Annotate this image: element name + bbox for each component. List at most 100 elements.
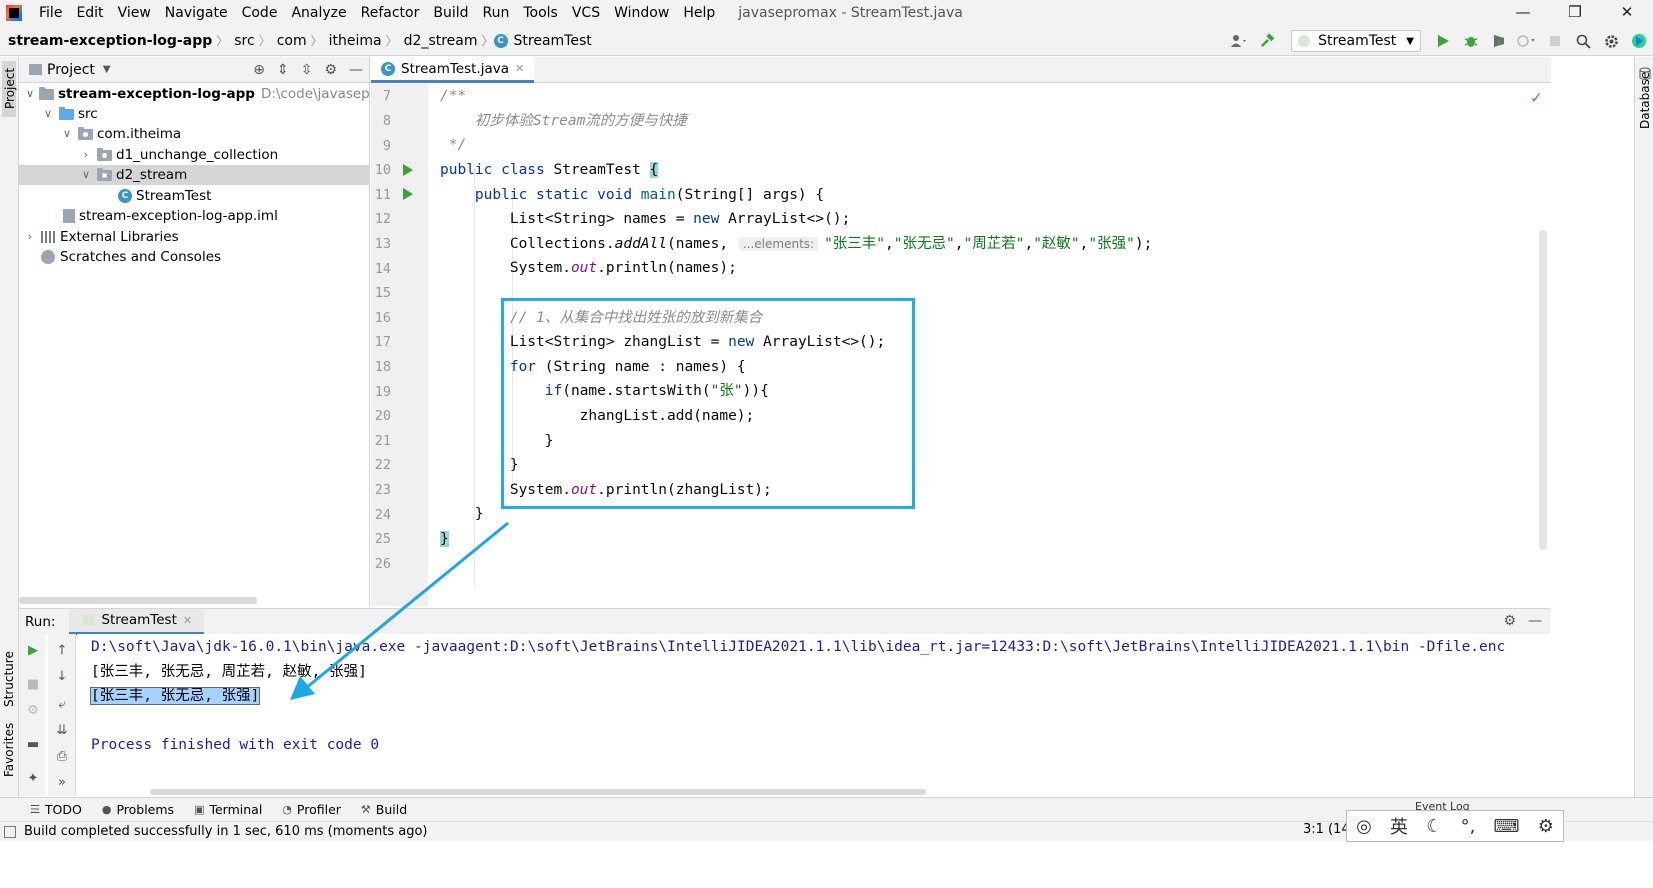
search-icon[interactable] (1572, 30, 1594, 52)
menu-view[interactable]: View (111, 0, 158, 26)
restore-layout-icon[interactable]: ⚙ (24, 702, 42, 720)
tree-item-streamtest[interactable]: C StreamTest (118, 186, 211, 206)
soft-wrap-icon[interactable]: ⤶ (53, 696, 71, 714)
project-horizontal-scrollbar[interactable] (19, 597, 257, 604)
expand-all-icon[interactable]: ⇕ (277, 62, 289, 78)
line-number: 19 (374, 384, 391, 400)
terminal-tool-button[interactable]: ▣ Terminal (194, 802, 262, 817)
moon-icon[interactable]: ☾ (1426, 816, 1442, 837)
collapse-all-icon[interactable]: ⇳ (301, 62, 313, 78)
intellij-logo-icon (6, 5, 22, 21)
close-window-button[interactable]: ✕ (1601, 0, 1653, 26)
tree-item-src[interactable]: ∨ src (41, 104, 98, 124)
tree-item-external-libraries[interactable]: › External Libraries (23, 227, 179, 247)
problems-tool-button[interactable]: ● Problems (102, 802, 174, 817)
print-icon[interactable]: ⎙ (53, 748, 71, 766)
gear-icon[interactable]: ⚙ (324, 62, 337, 78)
keyboard-icon[interactable]: ⌨ (1494, 816, 1520, 837)
menu-analyze[interactable]: Analyze (284, 0, 353, 26)
settings-icon[interactable] (1600, 30, 1622, 52)
build-hammer-icon[interactable] (1256, 30, 1278, 52)
console-horizontal-scrollbar[interactable] (150, 789, 926, 795)
profiler-tool-button[interactable]: ◔ Profiler (282, 802, 341, 817)
code-line: System.out.println(names); (440, 260, 737, 276)
editor-tab-streamtest[interactable]: C StreamTest.java ✕ (371, 57, 535, 83)
caret-position[interactable]: 3:1 (14 (1303, 822, 1350, 837)
menu-help[interactable]: Help (676, 0, 722, 26)
run-gutter-icon[interactable] (403, 188, 413, 200)
jetbrains-icon[interactable] (1628, 30, 1650, 52)
favorites-tool-label[interactable]: Favorites (2, 723, 16, 777)
hide-icon[interactable]: — (1528, 613, 1542, 629)
tree-item-com-itheima[interactable]: ∨ com.itheima (60, 124, 181, 144)
arrow-up-icon[interactable]: ↑ (53, 642, 71, 660)
gear-icon[interactable]: ⚙ (1503, 613, 1516, 629)
breadcrumb-src[interactable]: src (228, 33, 258, 49)
menu-navigate[interactable]: Navigate (158, 0, 235, 26)
menu-file[interactable]: File (32, 0, 69, 26)
menu-build[interactable]: Build (426, 0, 475, 26)
minimize-button[interactable]: — (1497, 0, 1549, 26)
run-icon[interactable] (1432, 30, 1454, 52)
menu-edit[interactable]: Edit (69, 0, 110, 26)
breadcrumb-d2-stream[interactable]: d2_stream (398, 33, 482, 49)
console-line: [张三丰, 张无忌, 张强] (89, 684, 261, 708)
database-tool-label[interactable]: Database (1638, 72, 1652, 129)
ime-language-toggle[interactable]: 英 (1390, 813, 1408, 839)
status-toggle-icon[interactable] (4, 826, 16, 838)
editor-vertical-scrollbar[interactable] (1539, 230, 1547, 550)
user-icon[interactable] (1228, 30, 1250, 52)
ime-logo-icon[interactable]: ◎ (1356, 816, 1372, 837)
editor-tab-label: StreamTest.java (401, 60, 510, 77)
menu-refactor[interactable]: Refactor (354, 0, 427, 26)
stop-icon[interactable] (1544, 30, 1566, 52)
arrow-down-icon[interactable]: ↓ (53, 668, 71, 686)
gear-icon[interactable]: ⚙ (1538, 816, 1554, 837)
menu-run[interactable]: Run (476, 0, 517, 26)
console-output[interactable]: D:\soft\Java\jdk-16.0.1\bin\java.exe -ja… (77, 634, 1550, 796)
inspection-ok-icon: ✓ (1530, 89, 1543, 107)
pin-icon[interactable]: ✦ (24, 770, 42, 788)
tree-item-label: stream-exception-log-app.iml (79, 208, 278, 224)
todo-tool-button[interactable]: ☰ TODO (30, 802, 82, 817)
scroll-to-end-icon[interactable]: ⇊ (53, 722, 71, 740)
menu-vcs[interactable]: VCS (565, 0, 607, 26)
run-config-selector[interactable]: StreamTest ▼ (1291, 30, 1421, 52)
breadcrumb-com[interactable]: com (271, 33, 311, 49)
build-tool-button[interactable]: ⚒ Build (361, 802, 407, 817)
more-icon[interactable]: » (53, 774, 71, 792)
stop-icon[interactable]: ■ (24, 676, 42, 694)
menu-code[interactable]: Code (235, 0, 285, 26)
tree-item-scratches[interactable]: Scratches and Consoles (41, 247, 221, 267)
breadcrumb-project[interactable]: stream-exception-log-app (0, 33, 216, 49)
restore-button[interactable]: ❐ (1549, 0, 1601, 26)
tree-item-project-root[interactable]: ∨ stream-exception-log-app D:\code\javas… (23, 84, 417, 104)
profile-icon[interactable] (1516, 30, 1538, 52)
hide-icon[interactable]: — (349, 62, 363, 78)
breadcrumb-itheima[interactable]: itheima (323, 33, 386, 49)
menu-window[interactable]: Window (607, 0, 676, 26)
breadcrumb-streamtest[interactable]: StreamTest (508, 33, 596, 49)
project-tool-tab[interactable]: Project (2, 61, 17, 117)
punctuation-icon[interactable]: °, (1461, 816, 1476, 837)
line-number: 20 (374, 408, 391, 424)
locate-icon[interactable]: ⊕ (253, 62, 265, 78)
chevron-down-icon: ∨ (25, 87, 35, 100)
tree-item-d2-stream[interactable]: ∨ d2_stream (19, 165, 369, 185)
rerun-icon[interactable]: ▶ (24, 642, 42, 660)
chevron-down-icon[interactable]: ▼ (103, 64, 111, 75)
run-tab-streamtest[interactable]: StreamTest ✕ (69, 608, 205, 635)
line-number: 8 (382, 113, 391, 129)
code-line: */ (440, 137, 467, 153)
structure-tool-label[interactable]: Structure (2, 651, 16, 707)
run-gutter-icon[interactable] (403, 164, 413, 176)
tree-item-d1-unchange-collection[interactable]: › d1_unchange_collection (79, 145, 278, 165)
close-icon[interactable]: ✕ (515, 62, 524, 75)
coverage-icon[interactable] (1488, 30, 1510, 52)
debug-icon[interactable] (1460, 30, 1482, 52)
layout-icon[interactable]: ▬ (24, 736, 42, 754)
menu-tools[interactable]: Tools (516, 0, 565, 26)
tree-item-iml[interactable]: stream-exception-log-app.iml (63, 206, 278, 226)
close-icon[interactable]: ✕ (183, 614, 192, 627)
project-panel-title[interactable]: Project (47, 62, 95, 78)
